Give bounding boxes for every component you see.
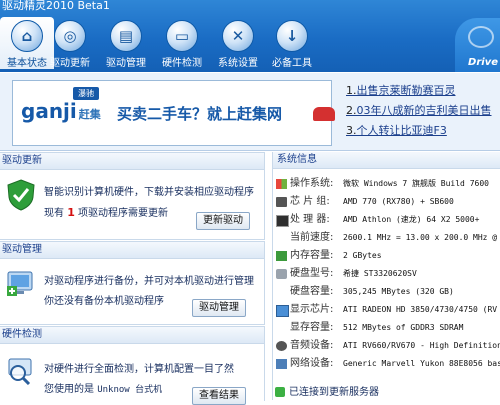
tab-label: 必备工具	[272, 58, 312, 69]
display-icon	[276, 305, 289, 317]
download-icon: ↓	[276, 20, 308, 52]
driver-update-panel: 驱动更新 智能识别计算机硬件，下载并安装相应驱动程序 现有 1 项驱动程序需要更…	[0, 152, 265, 240]
tab-essential-tools[interactable]: ↓ 必备工具	[265, 17, 319, 69]
disk-icon	[276, 269, 287, 279]
ad-link-2[interactable]: 2.03年八成新的吉利美日出售	[346, 101, 500, 121]
ad-link-text: 03年八成新的吉利美日出售	[356, 104, 492, 117]
system-info-panel: 系统信息 操作系统: 微软 Windows 7 旗舰版 Build 7600 芯…	[272, 152, 500, 400]
row-label: 音频设备:	[290, 340, 334, 351]
row-label: 显存容量:	[290, 322, 334, 333]
tab-label: 驱动更新	[50, 58, 90, 69]
ad-link-num: 3.	[346, 124, 357, 137]
windows-icon	[276, 179, 287, 189]
server-status-text: 已连接到更新服务器	[289, 387, 379, 398]
backup-status-text: 你还没有备份本机驱动程序	[44, 296, 164, 307]
row-value: AMD 770 (RX780) + SB600	[343, 197, 454, 206]
computer-backup-icon	[7, 271, 33, 296]
text-prefix: 您使用的是	[44, 384, 94, 395]
row-value: ATI RV660/RV670 - High Definition	[343, 341, 500, 350]
row-value: 希捷 ST3320620SV	[343, 269, 417, 278]
monitor-icon: ▭	[166, 20, 198, 52]
ad-link-num: 2.	[346, 104, 357, 117]
row-value: 305,245 MBytes (320 GB)	[343, 287, 454, 296]
car-icon	[313, 107, 335, 121]
row-label: 芯 片 组:	[290, 196, 330, 207]
tools-icon: ✕	[222, 20, 254, 52]
row-label: 硬盘型号:	[290, 268, 334, 279]
home-icon: ⌂	[11, 20, 43, 52]
row-value: 2 GBytes	[343, 251, 382, 260]
tab-hardware-check[interactable]: ▭ 硬件检测	[155, 17, 209, 69]
network-icon	[276, 359, 287, 369]
ad-logo: ganji 赶集	[21, 99, 101, 123]
panel-title: 驱动更新	[0, 153, 264, 170]
tab-driver-manage[interactable]: ▤ 驱动管理	[99, 17, 153, 69]
row-value: Generic Marvell Yukon 88E8056 bas	[343, 359, 500, 368]
machine-type-text: 您使用的是 Unknow 台式机	[44, 380, 162, 395]
ad-links: 1.出售京莱断勒赛百灵 2.03年八成新的吉利美日出售 3.个人转让比亚迪F3	[346, 81, 500, 141]
panel-title: 驱动管理	[0, 242, 264, 259]
tab-driver-update[interactable]: ◎ 驱动更新	[43, 17, 97, 69]
update-count-text: 现有 1 项驱动程序需要更新	[44, 204, 168, 219]
text-suffix: 项驱动程序需要更新	[78, 208, 169, 219]
ad-logo-text: ganji	[21, 99, 77, 123]
tab-label: 系统设置	[218, 58, 258, 69]
row-value: 微软 Windows 7 旗舰版 Build 7600	[343, 179, 489, 188]
connected-icon	[275, 387, 285, 397]
brand-logo: Drive	[455, 18, 500, 72]
tab-label: 驱动管理	[106, 58, 146, 69]
text-prefix: 现有	[44, 208, 64, 219]
magnifier-computer-icon	[8, 358, 32, 385]
globe-icon: ◎	[54, 20, 86, 52]
tab-system-settings[interactable]: ✕ 系统设置	[211, 17, 265, 69]
row-label: 当前速度:	[290, 232, 334, 243]
ad-link-3[interactable]: 3.个人转让比亚迪F3	[346, 121, 500, 141]
row-value: 512 MBytes of GDDR3 SDRAM	[343, 323, 464, 332]
ad-banner[interactable]: 瀑驰 ganji 赶集 买卖二手车？就上赶集网	[12, 80, 335, 146]
ad-logo-sub: 赶集	[78, 108, 101, 121]
row-label: 处 理 器:	[290, 214, 330, 225]
chipset-icon	[276, 197, 287, 207]
row-value: ATI RADEON HD 3850/4730/4750 (RV	[343, 305, 498, 314]
shield-check-icon	[7, 179, 35, 211]
panel-description: 智能识别计算机硬件，下载并安装相应驱动程序	[44, 187, 254, 198]
row-value: 2600.1 MHz = 13.00 x 200.0 MHz @	[343, 233, 498, 242]
folder-icon: ▤	[110, 20, 142, 52]
main-toolbar: 驱动精灵2010 Beta1 ⌂ 基本状态 ◎ 驱动更新 ▤ 驱动管理 ▭ 硬件…	[0, 0, 500, 72]
window-title: 驱动精灵2010 Beta1	[2, 0, 110, 12]
panel-title: 硬件检测	[0, 327, 264, 344]
panel-title: 系统信息	[273, 152, 500, 169]
tab-label: 硬件检测	[162, 58, 202, 69]
row-value: AMD Athlon (速龙) 64 X2 5000+	[343, 215, 480, 224]
row-label: 显示芯片:	[290, 304, 334, 315]
ad-link-1[interactable]: 1.出售京莱断勒赛百灵	[346, 81, 500, 101]
view-results-button[interactable]: 查看结果	[192, 387, 246, 405]
update-count: 1	[67, 206, 75, 219]
memory-icon	[276, 251, 287, 261]
cpu-icon	[276, 215, 289, 227]
ad-link-text: 个人转让比亚迪F3	[356, 124, 447, 137]
driver-manage-panel: 驱动管理 对驱动程序进行备份，并可对本机驱动进行管理 你还没有备份本机驱动程序 …	[0, 241, 265, 325]
row-label: 硬盘容量:	[290, 286, 334, 297]
hardware-check-panel: 硬件检测 对硬件进行全面检测，计算机配置一目了然 您使用的是 Unknow 台式…	[0, 326, 265, 405]
ad-link-num: 1.	[346, 84, 357, 97]
panel-description: 对驱动程序进行备份，并可对本机驱动进行管理	[44, 276, 254, 287]
panel-description: 对硬件进行全面检测，计算机配置一目了然	[44, 364, 234, 375]
brand-text: Drive	[468, 57, 498, 68]
ad-link-text: 出售京莱断勒赛百灵	[356, 84, 456, 97]
ad-slogan: 买卖二手车？就上赶集网	[117, 105, 283, 123]
driver-manage-button[interactable]: 驱动管理	[192, 299, 246, 317]
machine-type-value: Unknow 台式机	[97, 385, 163, 395]
server-status: 已连接到更新服务器	[275, 385, 379, 401]
row-label: 网络设备:	[290, 358, 334, 369]
update-driver-button[interactable]: 更新驱动	[196, 212, 250, 230]
audio-icon	[276, 341, 287, 351]
brand-swoosh-icon	[468, 26, 494, 48]
row-label: 操作系统:	[290, 178, 334, 189]
row-label: 内存容量:	[290, 250, 334, 261]
